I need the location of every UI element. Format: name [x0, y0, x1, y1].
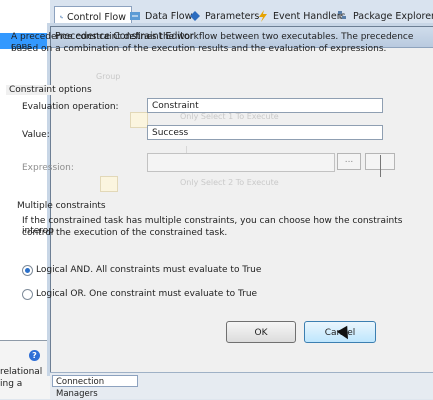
multiple-constraints-heading: Multiple constraints — [17, 201, 106, 211]
value-label: Value: — [22, 130, 50, 140]
evaluation-operation-select[interactable]: Constraint — [147, 98, 383, 113]
tab-label: Package Explorer — [353, 10, 433, 22]
ok-button[interactable]: OK — [226, 321, 296, 343]
logical-and-radio[interactable] — [22, 265, 33, 276]
help-text-line: ing a — [0, 379, 23, 389]
task-icon — [100, 176, 118, 192]
control-flow-icon — [60, 15, 63, 19]
solution-explorer-panel — [0, 0, 51, 398]
logical-and-label[interactable]: Logical AND. All constraints must evalua… — [36, 265, 261, 275]
tab-connection-managers[interactable]: Connection Managers — [52, 375, 138, 399]
text-cursor — [380, 155, 381, 177]
designer-tab-strip: Control Flow Data Flow Parameters Event … — [50, 0, 433, 29]
package-explorer-icon — [338, 11, 346, 19]
event-handlers-icon — [259, 10, 267, 22]
expression-builder-button[interactable]: ... — [337, 153, 361, 170]
tab-control-flow[interactable]: Control Flow — [54, 6, 132, 27]
tab-package-explorer[interactable]: Package Explorer — [332, 6, 433, 26]
help-text-line: relational — [0, 367, 43, 377]
evaluation-operation-label: Evaluation operation: — [22, 102, 119, 112]
parameters-icon — [190, 11, 200, 21]
tab-label: Control Flow — [66, 11, 126, 23]
multiple-constraints-description: control the execution of the constrained… — [22, 228, 228, 238]
expression-input[interactable] — [147, 153, 335, 172]
task-icon — [130, 112, 148, 128]
logical-or-label[interactable]: Logical OR. One constraint must evaluate… — [36, 289, 257, 299]
value-select[interactable]: Success — [147, 125, 383, 140]
data-flow-icon — [130, 12, 140, 20]
expression-label: Expression: — [22, 163, 74, 173]
canvas-group-ghost: Group — [96, 72, 121, 81]
constraint-options-heading: Constraint options — [6, 85, 95, 95]
logical-or-radio[interactable] — [22, 289, 33, 300]
help-icon[interactable]: ? — [29, 350, 40, 361]
intro-text-line: based on a combination of the execution … — [11, 44, 387, 54]
task-label-ghost: Only Select 2 To Execute — [180, 178, 279, 187]
